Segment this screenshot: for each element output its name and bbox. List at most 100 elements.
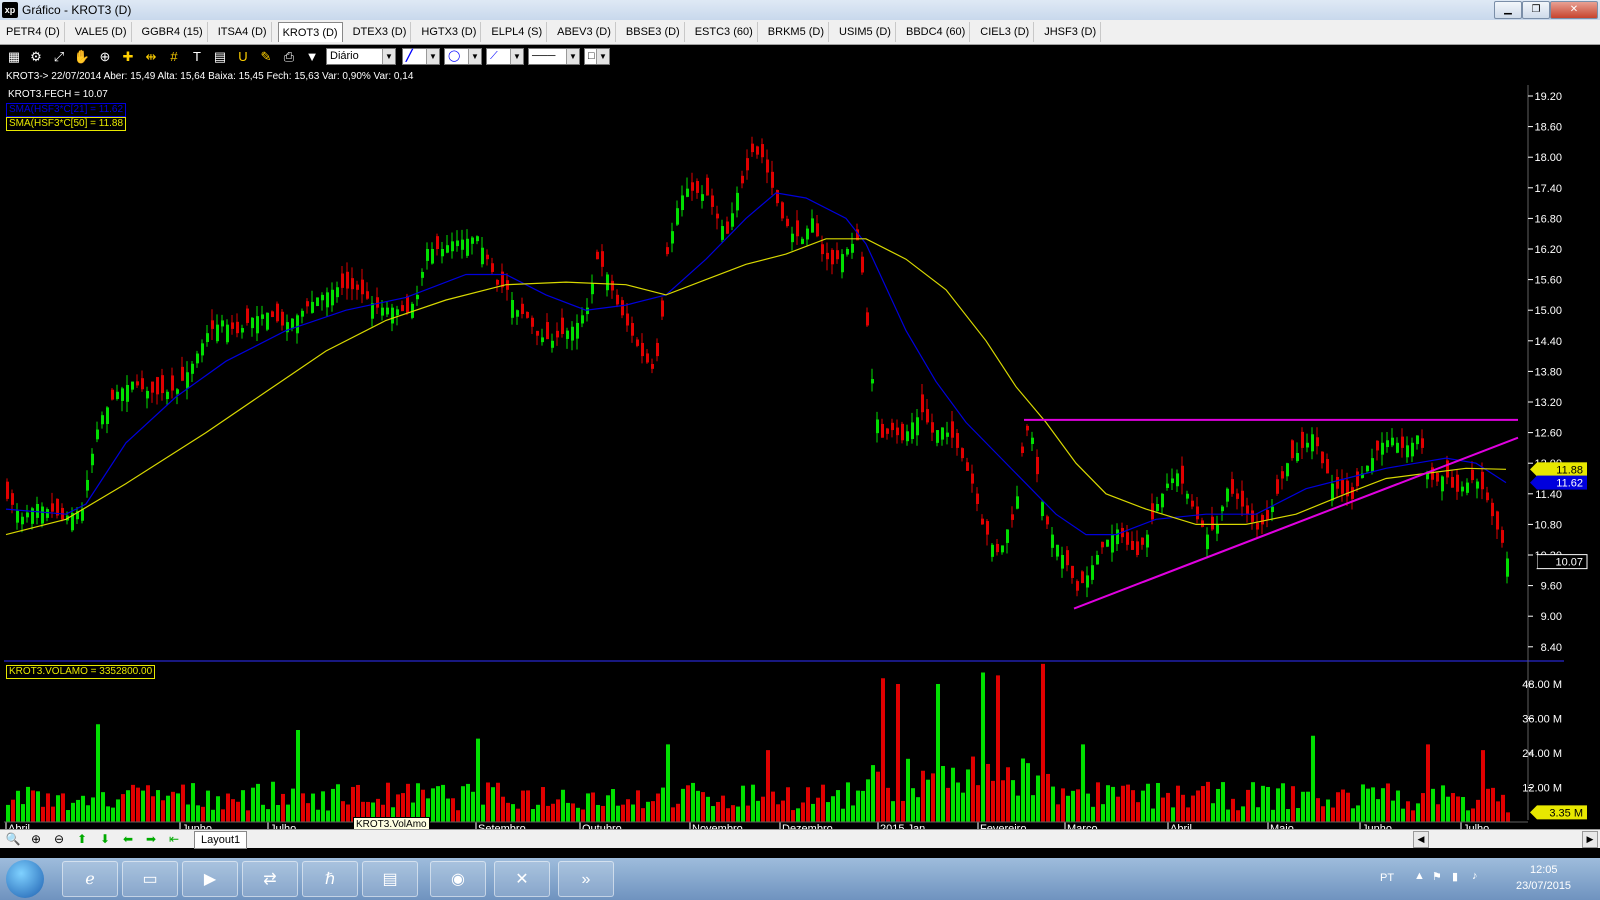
tab-vale5[interactable]: VALE5 (D): [71, 22, 132, 42]
media-player-icon[interactable]: ▶: [182, 861, 238, 897]
tab-estc3[interactable]: ESTC3 (60): [691, 22, 758, 42]
shape-tool-select[interactable]: ◯ ▼: [444, 48, 482, 65]
candle-body: [1486, 492, 1489, 501]
clock-date[interactable]: 23/07/2015: [1516, 880, 1571, 892]
arrow-left-icon[interactable]: ⬅: [119, 831, 137, 847]
candle-body: [21, 516, 24, 525]
tab-usim5[interactable]: USIM5 (D): [835, 22, 896, 42]
volume-bar: [611, 789, 615, 822]
grid-icon[interactable]: #: [165, 48, 183, 66]
candle-body: [526, 312, 529, 318]
magnet-icon[interactable]: U: [234, 48, 252, 66]
candle-body: [126, 385, 129, 402]
flag-icon[interactable]: ⚑: [1432, 870, 1442, 883]
tab-bbdc4[interactable]: BBDC4 (60): [902, 22, 971, 42]
arrow-up-icon[interactable]: ⬆: [73, 831, 91, 847]
tab-abev3[interactable]: ABEV3 (D): [553, 22, 616, 42]
tab-elpl4[interactable]: ELPL4 (S): [487, 22, 548, 42]
color-select[interactable]: □ ▼: [584, 48, 610, 65]
filter-icon[interactable]: ▼: [303, 48, 321, 66]
volume-bar: [1051, 786, 1055, 822]
tab-ggbr4[interactable]: GGBR4 (15): [138, 22, 208, 42]
volume-bar: [1361, 784, 1365, 822]
volume-bar: [1331, 807, 1335, 822]
launcher-icon[interactable]: »: [558, 861, 614, 897]
chart-type-icon[interactable]: ▦: [5, 48, 23, 66]
scanner-icon[interactable]: ▤: [362, 861, 418, 897]
tab-jhsf3[interactable]: JHSF3 (D): [1040, 22, 1102, 42]
chevron-down-icon: ▼: [382, 49, 395, 64]
tab-hgtx3[interactable]: HGTX3 (D): [417, 22, 482, 42]
gear-icon[interactable]: ⚙: [27, 48, 45, 66]
tab-ciel3[interactable]: CIEL3 (D): [976, 22, 1035, 42]
tray-arrow-icon[interactable]: ▲: [1414, 870, 1425, 882]
scroll-right-button[interactable]: ▶: [1582, 831, 1598, 848]
volume-bar: [1346, 792, 1350, 822]
volume-bar: [631, 804, 635, 822]
cross-icon[interactable]: ✚: [119, 48, 137, 66]
fan-icon: ⟋: [490, 50, 498, 62]
search-icon[interactable]: 🔍: [4, 831, 22, 847]
scroll-left-button[interactable]: ◀: [1413, 831, 1429, 848]
folder-icon[interactable]: ▭: [122, 861, 178, 897]
ie-icon[interactable]: ℯ: [62, 861, 118, 897]
network-icon[interactable]: ⇄: [242, 861, 298, 897]
line-style-select[interactable]: ─── ▼: [528, 48, 580, 65]
volume-bar: [86, 805, 90, 822]
tab-bbse3[interactable]: BBSE3 (D): [622, 22, 685, 42]
clock-time[interactable]: 12:05: [1530, 864, 1558, 876]
volume-bar: [236, 801, 240, 822]
volume-bar: [241, 790, 245, 822]
crosshair-tool-icon[interactable]: ⤢: [50, 48, 68, 66]
candle-body: [136, 381, 139, 386]
volume-bar: [61, 793, 65, 822]
start-button[interactable]: [6, 860, 44, 898]
candle-body: [521, 303, 524, 315]
tab-dtex3[interactable]: DTEX3 (D): [349, 22, 412, 42]
tab-petr4[interactable]: PETR4 (D): [2, 22, 65, 42]
candle-body: [1011, 514, 1014, 520]
close-button[interactable]: ✕: [1550, 1, 1598, 19]
volume-bar: [851, 805, 855, 822]
line-tool-select[interactable]: ╱ ▼: [402, 48, 440, 65]
hlines-icon[interactable]: ⇹: [142, 48, 160, 66]
period-select[interactable]: Diário ▼: [326, 48, 396, 65]
volume-bar: [1011, 780, 1015, 822]
maximize-button[interactable]: ❐: [1522, 1, 1550, 19]
layout-tab[interactable]: Layout1: [194, 831, 248, 849]
go-start-icon[interactable]: ⇤: [165, 831, 183, 847]
print-icon[interactable]: ⎙: [280, 48, 298, 66]
candle-body: [816, 223, 819, 237]
arrow-down-icon[interactable]: ⬇: [96, 831, 114, 847]
tab-brkm5[interactable]: BRKM5 (D): [764, 22, 830, 42]
volume-bar: [986, 763, 990, 822]
chrome-icon[interactable]: ◉: [430, 861, 486, 897]
zoom-out-icon[interactable]: ⊖: [50, 831, 68, 847]
hp-icon[interactable]: ℏ: [302, 861, 358, 897]
signal-icon[interactable]: ▮: [1452, 870, 1458, 883]
arrow-right-icon[interactable]: ➡: [142, 831, 160, 847]
volume-bar: [1036, 775, 1040, 822]
tab-krot3[interactable]: KROT3 (D): [277, 22, 343, 42]
zoom-in-icon[interactable]: ⊕: [27, 831, 45, 847]
zoom-window-icon[interactable]: ⊕: [96, 48, 114, 66]
volume-bar: [816, 797, 820, 822]
candle-body: [606, 274, 609, 291]
text-tool-icon[interactable]: T: [188, 48, 206, 66]
hand-icon[interactable]: ✋: [73, 48, 91, 66]
minimize-button[interactable]: ▁: [1494, 1, 1522, 19]
brush-icon[interactable]: ✎: [257, 48, 275, 66]
language-indicator[interactable]: PT: [1380, 872, 1394, 884]
calculator-icon[interactable]: ▤: [211, 48, 229, 66]
candle-body: [1146, 534, 1149, 548]
candle-body: [456, 240, 459, 247]
volume-icon[interactable]: ♪: [1472, 870, 1478, 882]
xp-icon[interactable]: ✕: [494, 861, 550, 897]
volume-bar: [576, 807, 580, 822]
candle-body: [1301, 431, 1304, 448]
tab-itsa4[interactable]: ITSA4 (D): [214, 22, 272, 42]
fan-tool-select[interactable]: ⟋ ▼: [486, 48, 524, 65]
candle-body: [36, 504, 39, 518]
volume-bar: [1466, 810, 1470, 822]
volume-bar: [826, 802, 830, 822]
